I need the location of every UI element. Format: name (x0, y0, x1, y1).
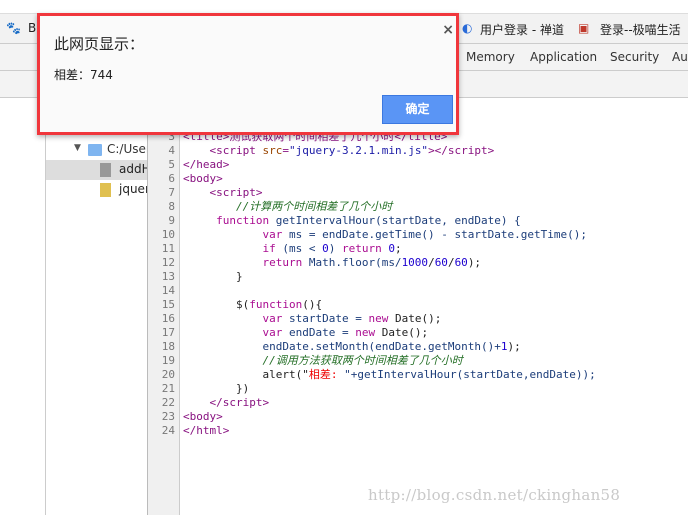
code-line: <body> (183, 410, 223, 423)
code-line: var endDate = new Date(); (262, 326, 429, 339)
line-number[interactable]: 19 (162, 354, 175, 368)
code-line: //计算两个时间相差了几个小时 (235, 200, 393, 213)
line-number[interactable]: 21 (162, 382, 175, 396)
dialog-title: 此网页显示： (54, 35, 145, 53)
bookmark-jimiao[interactable]: 登录--极喵生活 (600, 21, 681, 38)
red-logo-icon: ▣ (578, 21, 590, 35)
code-line: return Math.floor(ms/1000/60/60); (262, 256, 482, 269)
code-line: //调用方法获取两个时间相差了几个小时 (262, 354, 463, 367)
code-line: alert("相差: "+getIntervalHour(startDate,e… (262, 368, 596, 381)
line-number[interactable]: 8 (168, 200, 175, 214)
tab-security[interactable]: Security (610, 50, 659, 64)
code-line: var startDate = new Date(); (262, 312, 442, 325)
line-number[interactable]: 7 (168, 186, 175, 200)
code-line: </head> (183, 158, 230, 171)
code-line: <script src="jquery-3.2.1.min.js"></scri… (209, 144, 495, 157)
line-number[interactable]: 9 (168, 214, 175, 228)
bookmark-baidu[interactable]: B (28, 21, 36, 35)
code-line: endDate.setMonth(endDate.getMonth()+1); (262, 340, 521, 353)
alert-dialog: 此网页显示： × 相差：744 确定 (37, 13, 459, 135)
code-line: <script> (209, 186, 263, 199)
code-line: } (235, 270, 243, 283)
bookmark-chandao[interactable]: 用户登录 - 禅道 (480, 21, 564, 38)
line-number[interactable]: 4 (168, 144, 175, 158)
line-number[interactable]: 10 (162, 228, 175, 242)
expand-arrow-icon[interactable]: ▼ (74, 143, 81, 153)
line-number[interactable]: 23 (162, 410, 175, 424)
tree-file[interactable]: jquery (46, 180, 148, 200)
line-number[interactable]: 17 (162, 326, 175, 340)
line-number[interactable]: 24 (162, 424, 175, 438)
code-line: var ms = endDate.getTime() - startDate.g… (262, 228, 587, 241)
line-number[interactable]: 22 (162, 396, 175, 410)
line-number[interactable]: 14 (162, 284, 175, 298)
folder-icon (88, 144, 102, 156)
file-label: jquery (119, 182, 148, 196)
line-number[interactable]: 12 (162, 256, 175, 270)
line-number[interactable]: 18 (162, 340, 175, 354)
file-label: addH (119, 162, 148, 176)
line-number[interactable]: 16 (162, 312, 175, 326)
line-number[interactable]: 6 (168, 172, 175, 186)
globe-icon: ◐ (462, 21, 473, 35)
line-number[interactable]: 5 (168, 158, 175, 172)
watermark: http://blog.csdn.net/ckinghan58 (368, 486, 621, 504)
tab-audits[interactable]: Au (672, 50, 688, 64)
code-line: </script> (209, 396, 270, 409)
tab-memory[interactable]: Memory (466, 50, 515, 64)
code-line: </html> (183, 424, 230, 437)
tree-folder[interactable]: ▼ C:/Users (46, 140, 148, 160)
code-line: function getIntervalHour(startDate, endD… (216, 214, 521, 227)
line-number[interactable]: 13 (162, 270, 175, 284)
file-icon (100, 163, 111, 177)
code-line: if (ms < 0) return 0; (262, 242, 402, 255)
line-number[interactable]: 11 (162, 242, 175, 256)
tab-application[interactable]: Application (530, 50, 597, 64)
ok-button[interactable]: 确定 (382, 95, 453, 124)
js-file-icon (100, 183, 111, 197)
code-line: $(function(){ (235, 298, 323, 311)
code-line: <body> (183, 172, 223, 185)
line-number[interactable]: 20 (162, 368, 175, 382)
baidu-paw-icon: 🐾 (6, 21, 21, 35)
dialog-message: 相差：744 (54, 68, 113, 82)
file-navigator: ▼ C:/Users addH jquery (45, 98, 148, 515)
line-number-gutter: 3 4 5 6 7 8 9 10 11 12 13 14 15 16 17 18 19 20 21 22 23 24 (147, 98, 180, 515)
tree-file-selected[interactable]: addH (46, 160, 148, 180)
code-line: }) (235, 382, 250, 395)
line-number[interactable]: 15 (162, 298, 175, 312)
close-icon[interactable]: × (442, 22, 454, 38)
folder-label: C:/Users (107, 142, 148, 156)
